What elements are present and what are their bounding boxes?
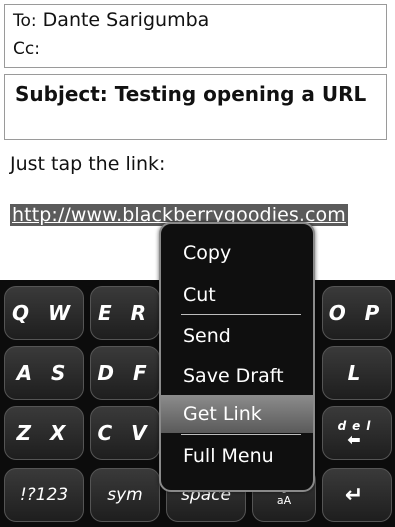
to-label: To: [13,11,37,31]
menu-separator [181,314,301,315]
key-op[interactable]: O P [322,286,392,340]
key-as[interactable]: A S [4,346,84,400]
to-value: Dante Sarigumba [42,9,210,31]
key-l[interactable]: L [322,346,392,400]
cc-field[interactable]: Cc: [13,37,40,59]
key-sym[interactable]: sym [90,468,160,522]
message-body-text[interactable]: Just tap the link: [10,153,165,175]
menu-item-cut[interactable]: Cut [161,276,313,314]
backspace-arrow-icon: ⬅ [347,430,367,449]
enter-icon: ↵ [344,482,370,508]
case-toggle-label: aA [276,494,292,507]
menu-item-full-menu[interactable]: Full Menu [161,437,313,475]
menu-separator [181,434,301,435]
cc-label: Cc: [13,39,40,59]
key-numbers[interactable]: !?123 [4,468,84,522]
key-delete[interactable]: del ⬅ [322,406,392,460]
key-qw[interactable]: Q W [4,286,84,340]
key-zx[interactable]: Z X [4,406,84,460]
subject-field[interactable]: Subject: Testing opening a URL [4,74,387,140]
key-df[interactable]: D F [90,346,160,400]
key-enter[interactable]: ↵ [322,468,392,522]
menu-item-copy[interactable]: Copy [161,234,313,272]
context-menu: Copy Cut Send Save Draft Get Link Full M… [159,222,315,492]
menu-item-get-link[interactable]: Get Link [161,395,313,433]
key-er[interactable]: E R [90,286,160,340]
key-cv[interactable]: C V [90,406,160,460]
menu-item-save-draft[interactable]: Save Draft [161,357,313,395]
menu-item-send[interactable]: Send [161,317,313,355]
recipients-box: To: Dante Sarigumba Cc: [4,4,387,68]
to-field[interactable]: To: Dante Sarigumba [13,9,209,31]
